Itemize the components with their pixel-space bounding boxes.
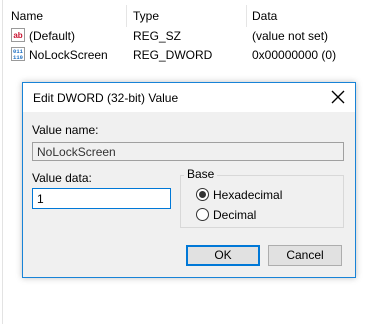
ok-button[interactable]: OK xyxy=(186,245,260,266)
radio-hexadecimal-label: Hexadecimal xyxy=(213,188,283,202)
value-data-input[interactable] xyxy=(32,188,171,209)
column-header-data[interactable]: Data xyxy=(252,9,277,23)
value-name: NoLockScreen xyxy=(29,48,108,62)
registry-editor-view: Name Type Data ab (Default) REG_SZ (valu… xyxy=(0,0,374,324)
value-data: (value not set) xyxy=(252,29,329,43)
list-item[interactable]: ab (Default) REG_SZ (value not set) xyxy=(3,27,374,45)
radio-button[interactable] xyxy=(196,208,209,221)
value-name-field: NoLockScreen xyxy=(32,142,344,161)
svg-text:ab: ab xyxy=(13,31,22,40)
value-type: REG_DWORD xyxy=(133,48,213,62)
list-header: Name Type Data xyxy=(3,5,374,27)
column-header-type[interactable]: Type xyxy=(133,9,159,23)
close-icon[interactable] xyxy=(329,88,347,106)
string-value-icon: ab xyxy=(11,28,25,42)
binary-value-icon: 011 110 xyxy=(11,47,25,61)
value-name-label: Value name: xyxy=(32,123,99,137)
value-data: 0x00000000 (0) xyxy=(252,48,337,62)
value-name: (Default) xyxy=(29,29,76,43)
list-item[interactable]: 011 110 NoLockScreen REG_DWORD 0x0000000… xyxy=(3,46,374,64)
edit-dword-dialog: Edit DWORD (32-bit) Value Value name: No… xyxy=(22,82,356,278)
base-group-label: Base xyxy=(184,167,218,181)
column-divider[interactable] xyxy=(246,5,247,27)
radio-button[interactable] xyxy=(196,188,209,201)
radio-selected-dot xyxy=(199,191,206,198)
radio-decimal-label: Decimal xyxy=(213,208,257,222)
value-type: REG_SZ xyxy=(133,29,182,43)
dialog-title: Edit DWORD (32-bit) Value xyxy=(33,91,179,105)
dialog-titlebar[interactable]: Edit DWORD (32-bit) Value xyxy=(23,83,355,112)
radio-decimal[interactable]: Decimal xyxy=(196,207,286,223)
column-header-name[interactable]: Name xyxy=(11,9,43,23)
radio-hexadecimal[interactable]: Hexadecimal xyxy=(196,187,306,203)
svg-text:110: 110 xyxy=(13,54,23,61)
column-divider[interactable] xyxy=(126,5,127,27)
cancel-button[interactable]: Cancel xyxy=(268,245,342,266)
value-data-label: Value data: xyxy=(32,171,92,185)
